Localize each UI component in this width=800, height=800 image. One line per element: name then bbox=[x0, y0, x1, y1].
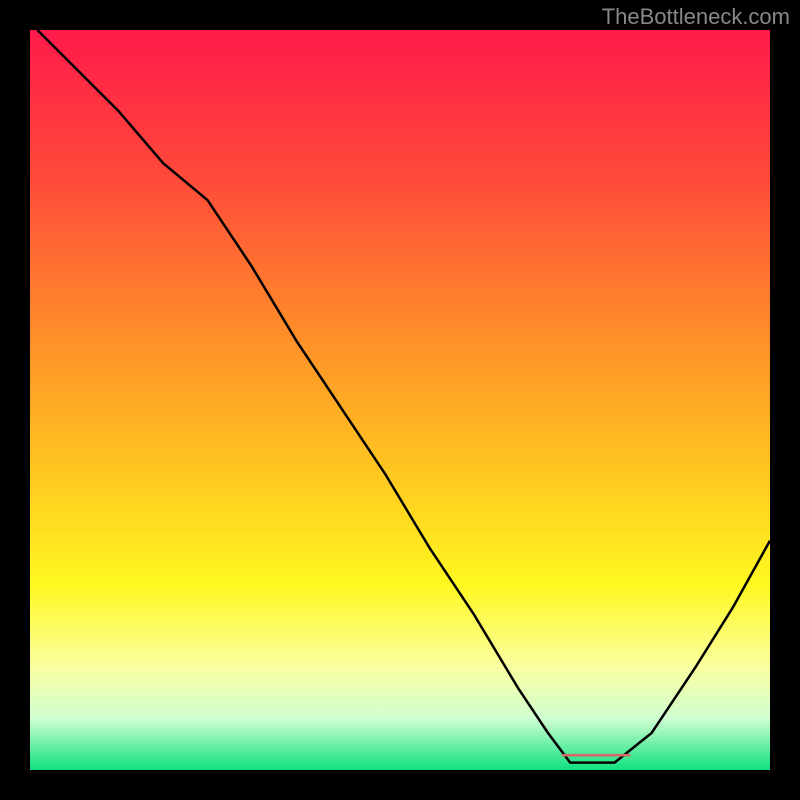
gradient-background bbox=[30, 30, 770, 770]
chart-area bbox=[30, 30, 770, 770]
watermark-text: TheBottleneck.com bbox=[602, 4, 790, 30]
